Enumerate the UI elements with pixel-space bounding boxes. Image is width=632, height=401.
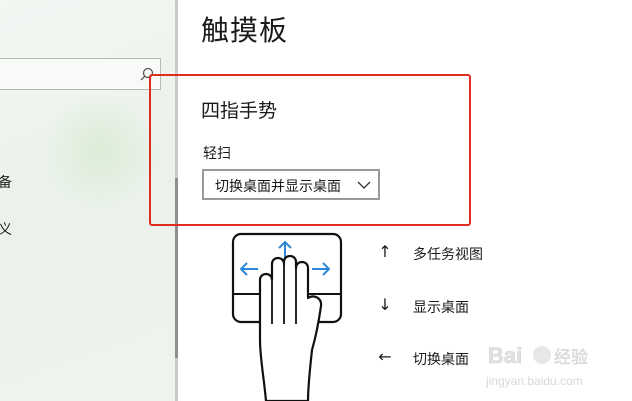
arrow-down-icon: ↓: [378, 295, 392, 314]
svg-text:Bai: Bai: [488, 343, 522, 368]
arrow-up-icon: ↑: [378, 242, 392, 261]
page-title: 触摸板: [201, 14, 289, 47]
settings-search-input[interactable]: [0, 58, 161, 90]
baidu-jingyan-watermark: Bai 经验 jingyan.baidu.com: [485, 343, 588, 388]
svg-text:jingyan.baidu.com: jingyan.baidu.com: [485, 374, 583, 388]
legend-label: 多任务视图: [413, 247, 483, 263]
sidebar-item-partial[interactable]: 备: [0, 172, 12, 192]
sidebar-item-partial[interactable]: 义: [0, 219, 12, 239]
svg-text:经验: 经验: [554, 348, 588, 368]
legend-label: 显示桌面: [413, 300, 469, 316]
four-finger-touchpad-illustration: [231, 232, 343, 401]
arrow-left-icon: ←: [378, 347, 392, 366]
legend-label: 切换桌面: [413, 352, 469, 368]
highlight-annotation: [149, 74, 471, 226]
